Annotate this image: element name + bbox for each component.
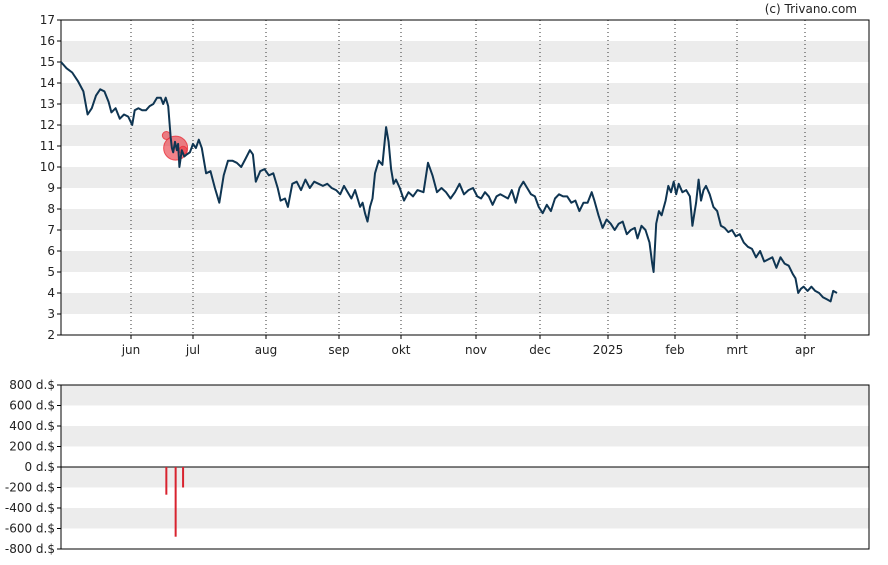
price-band (61, 251, 869, 272)
price-x-tick-label: aug (255, 343, 278, 357)
volume-y-tick-label: 0 d.$ (24, 460, 55, 474)
price-y-tick-label: 4 (47, 286, 55, 300)
volume-chart: 800 d.$ 600 d.$ 400 d.$ 200 d.$ 0 d.$ -200 d.… (5, 378, 870, 556)
volume-y-tick-label: 400 d.$ (9, 419, 55, 433)
price-y-tick-label: 14 (40, 76, 55, 90)
price-y-tick-label: 15 (40, 55, 55, 69)
price-x-tick-label: sep (328, 343, 349, 357)
credit-text: (c) Trivano.com (765, 2, 857, 16)
price-y-tick-label: 8 (47, 202, 55, 216)
price-chart: 2 3 4 5 6 7 8 9 10 11 12 13 14 15 16 17 jun jul aug sep okt… (40, 13, 870, 357)
price-x-tick-label: dec (529, 343, 551, 357)
price-x-tick-label: feb (665, 343, 684, 357)
volume-y-tick-label: -400 d.$ (5, 501, 55, 515)
volume-background-bands (61, 385, 869, 529)
price-band (61, 41, 869, 62)
volume-bar (182, 467, 185, 488)
volume-band (61, 508, 869, 529)
price-y-tick-label: 3 (47, 307, 55, 321)
price-y-tick-label: 13 (40, 97, 55, 111)
price-band (61, 293, 869, 314)
price-x-tick-label: apr (795, 343, 815, 357)
price-y-tick-label: 11 (40, 139, 55, 153)
price-y-tick-label: 17 (40, 13, 55, 27)
price-x-tick-label: mrt (726, 343, 748, 357)
price-y-axis: 2 3 4 5 6 7 8 9 10 11 12 13 14 15 16 17 (40, 13, 61, 342)
price-band (61, 167, 869, 188)
volume-y-tick-label: -200 d.$ (5, 481, 55, 495)
price-band (61, 209, 869, 230)
volume-y-tick-label: -800 d.$ (5, 542, 55, 556)
price-x-tick-label: okt (392, 343, 411, 357)
volume-y-tick-label: 600 d.$ (9, 399, 55, 413)
volume-band (61, 426, 869, 447)
price-x-tick-label: 2025 (593, 343, 624, 357)
price-y-tick-label: 7 (47, 223, 55, 237)
price-background-bands (61, 41, 869, 314)
price-y-tick-label: 2 (47, 328, 55, 342)
volume-bar (165, 467, 168, 495)
price-x-tick-label: jul (185, 343, 200, 357)
volume-y-tick-label: 800 d.$ (9, 378, 55, 392)
price-y-tick-label: 12 (40, 118, 55, 132)
volume-band (61, 385, 869, 406)
price-band (61, 83, 869, 104)
price-y-tick-label: 10 (40, 160, 55, 174)
price-y-tick-label: 9 (47, 181, 55, 195)
price-x-axis: jun jul aug sep okt nov dec 2025 feb mrt apr (121, 335, 815, 357)
stock-chart: (c) Trivano.com 2 3 4 5 6 7 8 9 10 11 12 13 14 15 16 17… (5, 2, 870, 556)
volume-y-axis: 800 d.$ 600 d.$ 400 d.$ 200 d.$ 0 d.$ -200 d.… (5, 378, 61, 556)
price-y-tick-label: 6 (47, 244, 55, 258)
price-y-tick-label: 5 (47, 265, 55, 279)
price-x-tick-label: nov (465, 343, 487, 357)
price-x-tick-label: jun (121, 343, 141, 357)
volume-y-tick-label: -600 d.$ (5, 522, 55, 536)
volume-y-tick-label: 200 d.$ (9, 440, 55, 454)
volume-bar (174, 467, 177, 537)
price-y-tick-label: 16 (40, 34, 55, 48)
